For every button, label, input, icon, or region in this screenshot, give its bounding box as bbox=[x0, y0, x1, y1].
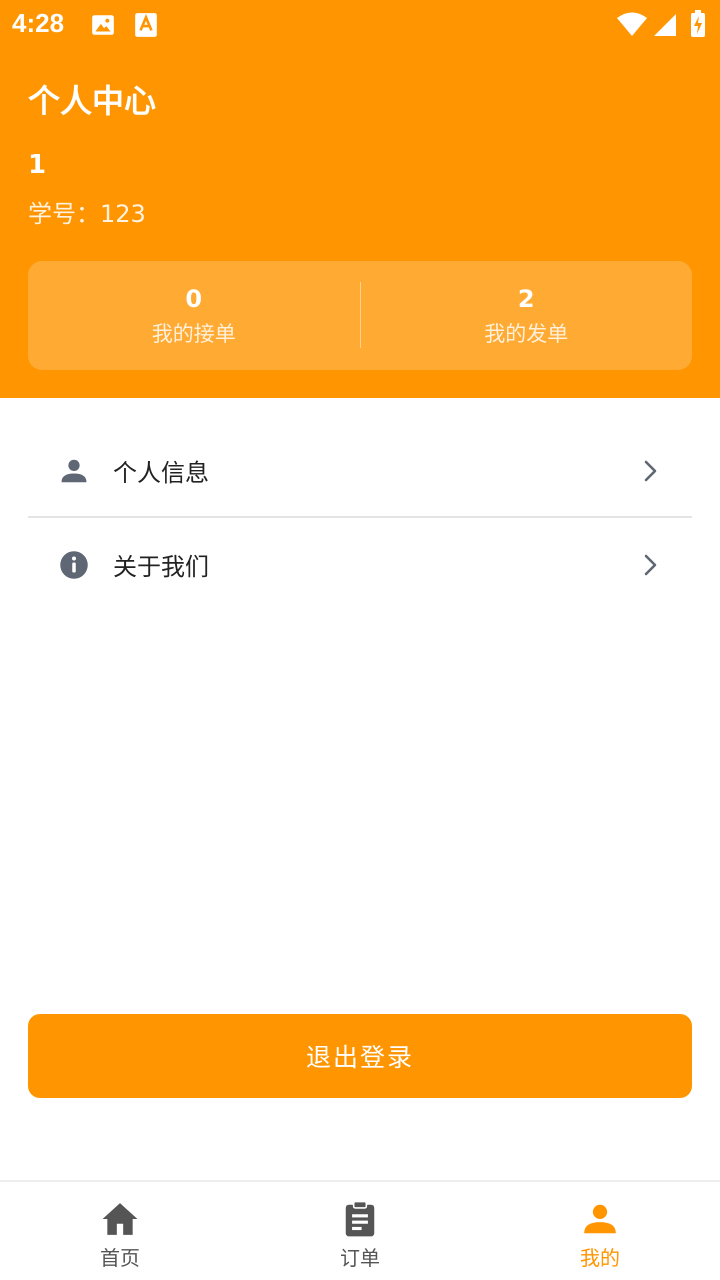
home-icon bbox=[102, 1203, 138, 1235]
clipboard-icon bbox=[345, 1200, 375, 1237]
nav-item-orders[interactable]: 订单 bbox=[240, 1182, 480, 1280]
bottom-nav: 首页 订单 我的 bbox=[0, 1180, 720, 1280]
stat-my-accepted-orders[interactable]: 0 我的接单 bbox=[28, 261, 360, 370]
signal-icon bbox=[654, 14, 676, 36]
user-name: 1 bbox=[28, 150, 47, 180]
student-id-label: 学号： bbox=[28, 200, 100, 228]
chevron-right-icon bbox=[644, 554, 657, 575]
logout-button[interactable]: 退出登录 bbox=[28, 1014, 692, 1098]
status-bar: 4:28 bbox=[0, 0, 720, 50]
page-title: 个人中心 bbox=[28, 82, 157, 120]
person-icon bbox=[584, 1204, 616, 1234]
wifi-icon bbox=[617, 12, 647, 36]
stat-value: 2 bbox=[517, 284, 535, 313]
status-time: 4:28 bbox=[12, 8, 65, 38]
menu-item-about-us[interactable]: 关于我们 bbox=[28, 518, 692, 611]
stat-label: 我的接单 bbox=[151, 321, 236, 346]
stat-value: 0 bbox=[185, 284, 203, 313]
chevron-right-icon bbox=[644, 460, 657, 481]
menu-item-label: 关于我们 bbox=[113, 553, 209, 581]
settings-menu: 个人信息 关于我们 bbox=[28, 425, 692, 611]
app-notification-icon bbox=[135, 13, 157, 37]
image-notification-icon bbox=[92, 15, 114, 35]
profile-screen: 4:28 个人中心 1 学号：123 0 我的接单 2 我的发单 个人信息 关于… bbox=[0, 0, 720, 1280]
student-id: 学号：123 bbox=[28, 194, 146, 229]
stats-card: 0 我的接单 2 我的发单 bbox=[28, 261, 692, 370]
nav-label: 我的 bbox=[580, 1246, 620, 1270]
stat-label: 我的发单 bbox=[484, 321, 569, 346]
stat-my-published-orders[interactable]: 2 我的发单 bbox=[361, 261, 693, 370]
profile-header: 4:28 个人中心 1 学号：123 0 我的接单 2 我的发单 bbox=[0, 0, 720, 398]
nav-label: 订单 bbox=[340, 1246, 380, 1270]
nav-label: 首页 bbox=[100, 1246, 140, 1270]
person-icon bbox=[61, 459, 87, 482]
nav-item-home[interactable]: 首页 bbox=[0, 1182, 240, 1280]
nav-item-mine[interactable]: 我的 bbox=[480, 1182, 720, 1280]
student-id-value: 123 bbox=[100, 200, 146, 228]
menu-item-label: 个人信息 bbox=[113, 459, 209, 487]
battery-charging-icon bbox=[691, 10, 705, 37]
info-icon bbox=[60, 550, 88, 579]
menu-item-personal-info[interactable]: 个人信息 bbox=[28, 425, 692, 518]
